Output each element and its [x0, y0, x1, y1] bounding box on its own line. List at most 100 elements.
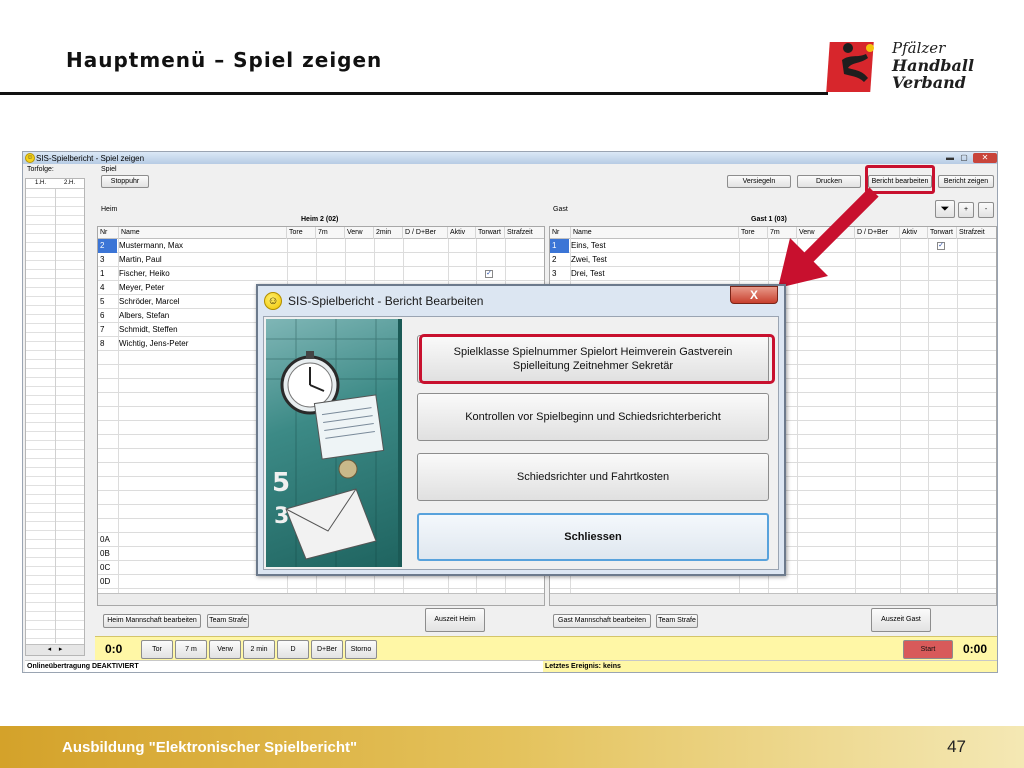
score-display: 0:0	[105, 642, 123, 656]
bericht-zeigen-button[interactable]: Bericht zeigen	[938, 175, 994, 188]
7m-button[interactable]: 7 m	[175, 640, 207, 659]
app-title: SIS-Spielbericht - Spiel zeigen	[36, 154, 145, 163]
dialog-close-button[interactable]: X	[730, 286, 778, 304]
player-nr: 1	[100, 269, 105, 278]
spiel-label: Spiel	[101, 166, 117, 173]
maximize-button[interactable]: ▢	[957, 153, 971, 163]
player-name: Drei, Test	[571, 269, 605, 278]
title-rule	[0, 92, 828, 95]
action-bar: 0:0 Tor 7 m Verw 2 min D D+Ber Storno St…	[95, 636, 997, 662]
heim-mannschaft-button[interactable]: Heim Mannschaft bearbeiten	[103, 614, 201, 628]
col-torwart: Torwart	[928, 227, 957, 239]
torfolge-scrollbar[interactable]: ◂ ▸	[26, 644, 84, 655]
d-button[interactable]: D	[277, 640, 309, 659]
2min-button[interactable]: 2 min	[243, 640, 275, 659]
col-nr: Nr	[550, 227, 571, 239]
col-aktiv: Aktiv	[900, 227, 928, 239]
gast-team-strafe-button[interactable]: Team Strafe	[656, 614, 698, 628]
timer-display: 0:00	[963, 642, 988, 656]
filter-icon[interactable]: ⏷	[935, 200, 955, 218]
player-nr: 4	[100, 283, 105, 292]
minus-button[interactable]: -	[978, 202, 994, 218]
smiley-icon: ☺	[25, 153, 35, 163]
torfolge-label: Torfolge:	[27, 166, 54, 173]
auszeit-heim-button[interactable]: Auszeit Heim	[425, 608, 485, 632]
col-strafzeit: Strafzeit	[505, 227, 544, 239]
heim-hscrollbar[interactable]	[98, 593, 544, 605]
torfolge-header: 1.H. 2.H.	[26, 179, 84, 189]
player-nr: 6	[100, 311, 105, 320]
stoppuhr-button[interactable]: Stoppuhr	[101, 175, 149, 188]
logo-line3: Verband	[892, 73, 966, 92]
col-7m: 7m	[316, 227, 345, 239]
official-nr: 0C	[100, 563, 111, 572]
logo-line2: Handball	[892, 56, 975, 75]
torwart-checkbox[interactable]: ✓	[485, 270, 493, 278]
close-window-button[interactable]: ✕	[973, 153, 997, 163]
player-name: Fischer, Heiko	[119, 269, 170, 278]
torfolge-col-2h: 2.H.	[63, 180, 75, 186]
heim-label: Heim	[101, 206, 118, 213]
minimize-button[interactable]: ▬	[943, 153, 957, 163]
heim-team-name: Heim 2 (02)	[301, 216, 339, 223]
footer-text: Ausbildung "Elektronischer Spielbericht"	[62, 739, 358, 756]
player-name: Schröder, Marcel	[119, 297, 180, 306]
col-dber: D / D+Ber	[403, 227, 448, 239]
player-name: Martin, Paul	[119, 255, 162, 264]
bericht-bearbeiten-dialog: ☺ SIS-Spielbericht - Bericht Bearbeiten …	[256, 284, 786, 576]
player-name: Wichtig, Jens-Peter	[119, 339, 189, 348]
player-name: Albers, Stefan	[119, 311, 170, 320]
gast-hscrollbar[interactable]	[550, 593, 996, 605]
torwart-checkbox[interactable]: ✓	[937, 242, 945, 250]
player-nr: 8	[100, 339, 105, 348]
official-nr: 0A	[100, 535, 110, 544]
table-row[interactable]: 1 Fischer, Heiko ✓	[98, 267, 544, 281]
status-online: Onlineübertragung DEAKTIVIERT	[25, 660, 543, 672]
start-button[interactable]: Start	[903, 640, 953, 659]
table-row[interactable]: 2 Mustermann, Max	[98, 239, 544, 253]
dber-button[interactable]: D+Ber	[311, 640, 343, 659]
red-arrow-icon	[778, 187, 879, 288]
logo-line1: Pfälzer	[892, 39, 946, 57]
schiedsrichter-button[interactable]: Schiedsrichter und Fahrtkosten	[417, 453, 769, 501]
storno-button[interactable]: Storno	[345, 640, 377, 659]
col-aktiv: Aktiv	[448, 227, 476, 239]
status-last-event: Letztes Ereignis: keins	[543, 660, 997, 672]
torfolge-list[interactable]: 1.H. 2.H. ◂ ▸	[25, 178, 85, 656]
official-row[interactable]: 0D	[98, 575, 544, 589]
player-nr: 7	[100, 325, 105, 334]
player-nr: 5	[100, 297, 105, 306]
gast-mannschaft-button[interactable]: Gast Mannschaft bearbeiten	[553, 614, 651, 628]
player-nr: 3	[100, 255, 105, 264]
player-nr: 2	[98, 239, 117, 253]
slide-footer: Ausbildung "Elektronischer Spielbericht"…	[0, 726, 1024, 768]
official-nr: 0D	[100, 577, 111, 586]
smiley-icon: ☺	[264, 292, 282, 310]
player-nr: 2	[552, 255, 557, 264]
dialog-illustration: 5 3	[266, 319, 402, 567]
col-strafzeit: Strafzeit	[957, 227, 996, 239]
player-name: Mustermann, Max	[119, 241, 184, 250]
col-nr: Nr	[98, 227, 119, 239]
dialog-highlight-box	[419, 334, 775, 384]
col-verw: Verw	[345, 227, 374, 239]
svg-text:5: 5	[272, 468, 290, 498]
plus-button[interactable]: +	[958, 202, 974, 218]
auszeit-gast-button[interactable]: Auszeit Gast	[871, 608, 931, 632]
kontrollen-button[interactable]: Kontrollen vor Spielbeginn und Schiedsri…	[417, 393, 769, 441]
tor-button[interactable]: Tor	[141, 640, 173, 659]
col-name: Name	[119, 227, 287, 239]
page-number: 47	[947, 737, 966, 756]
heim-team-strafe-button[interactable]: Team Strafe	[207, 614, 249, 628]
schliessen-button[interactable]: Schliessen	[417, 513, 769, 561]
col-tore: Tore	[287, 227, 316, 239]
logo-text: Pfälzer Handball Verband	[892, 39, 975, 92]
table-row[interactable]: 3 Martin, Paul	[98, 253, 544, 267]
torfolge-col-1h: 1.H.	[34, 180, 46, 186]
gast-label: Gast	[553, 206, 568, 213]
stopwatch-documents-icon: 5 3	[266, 319, 398, 567]
app-titlebar: ☺ SIS-Spielbericht - Spiel zeigen ▬ ▢ ✕	[23, 152, 997, 164]
player-name: Schmidt, Steffen	[119, 325, 178, 334]
official-nr: 0B	[100, 549, 110, 558]
verw-button[interactable]: Verw	[209, 640, 241, 659]
